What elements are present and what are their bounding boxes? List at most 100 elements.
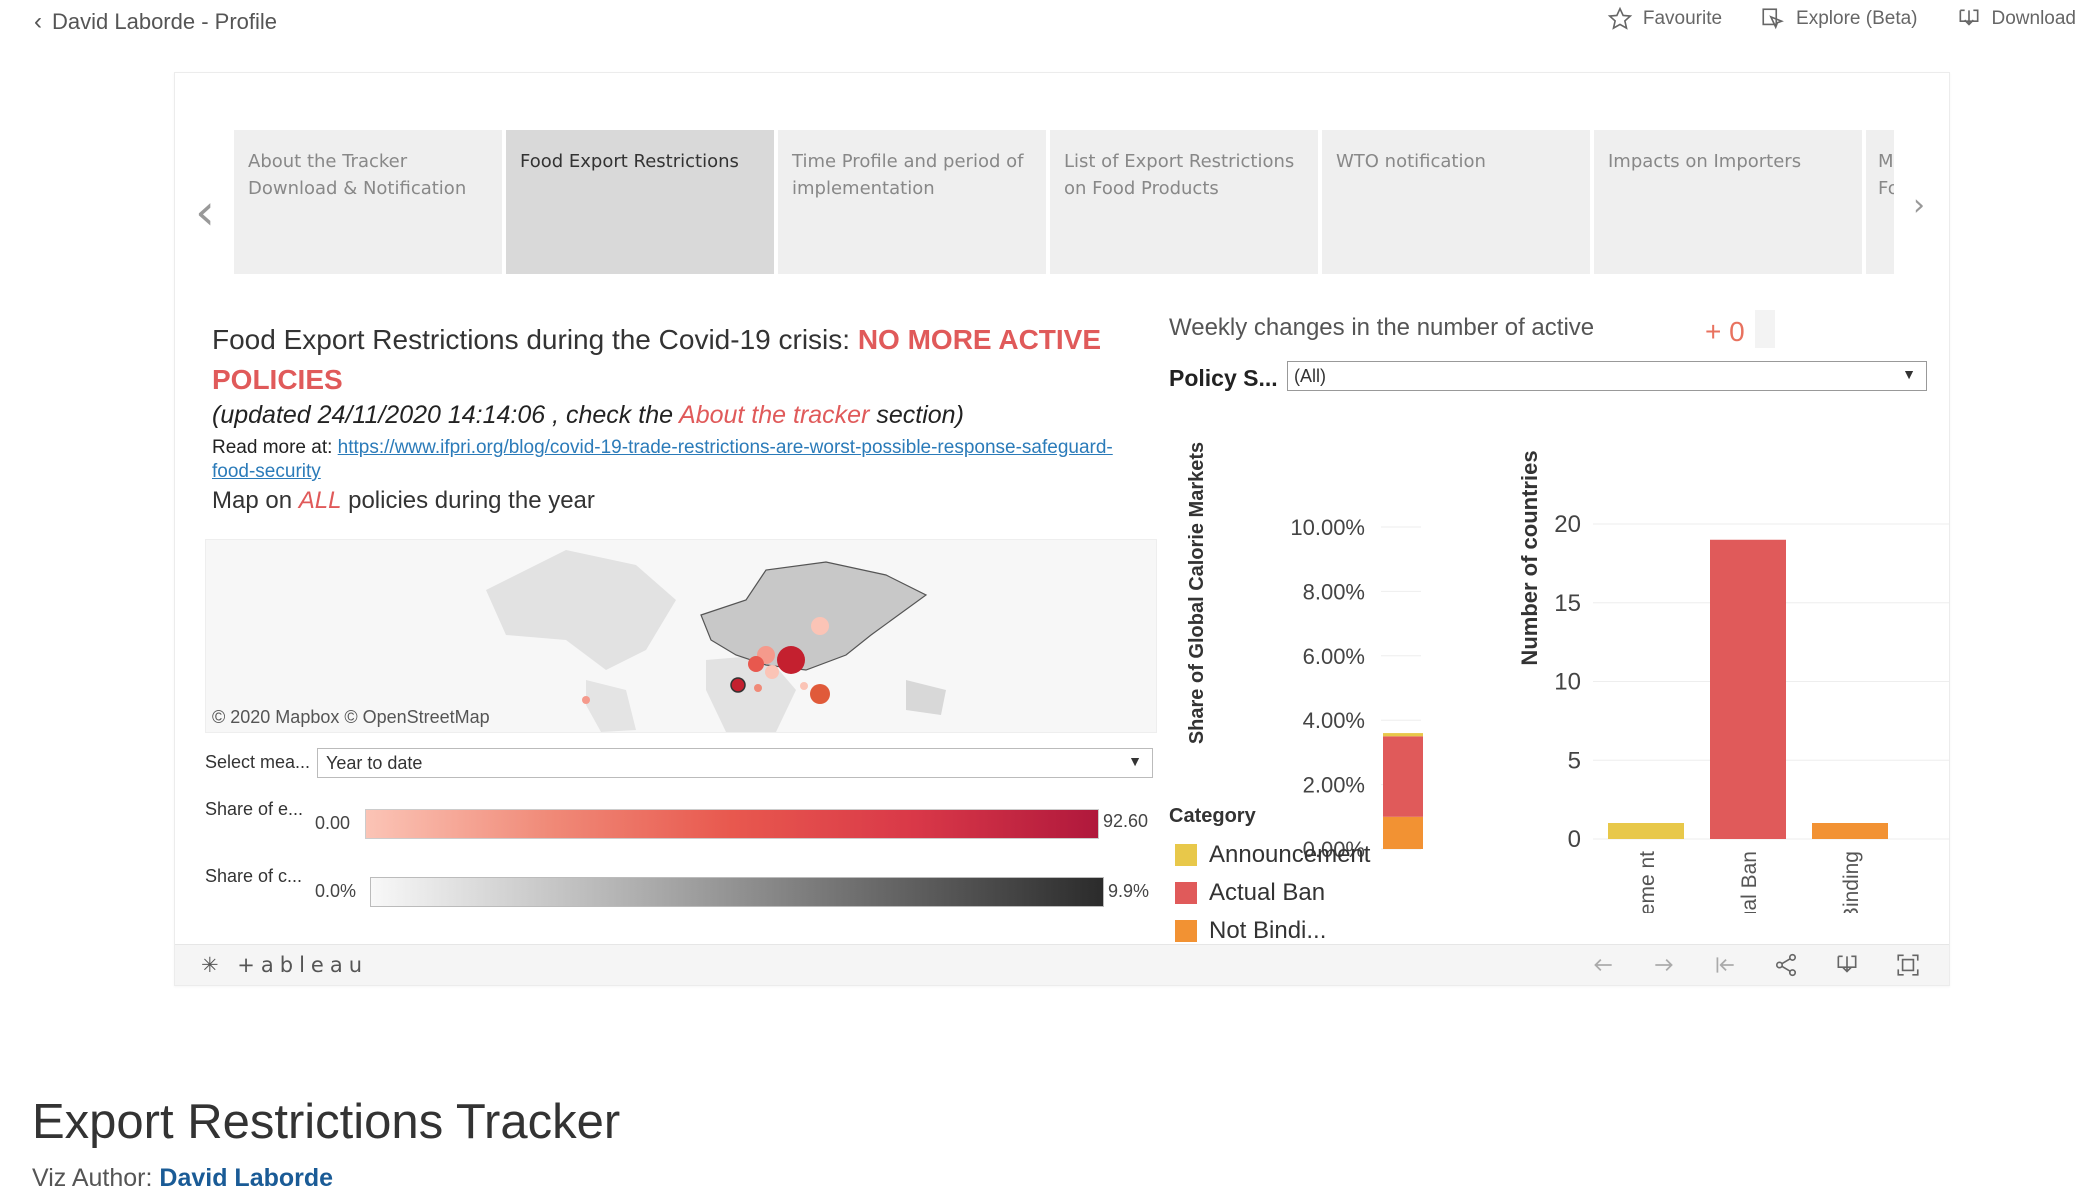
map-bubble[interactable] <box>777 646 805 674</box>
explore-button[interactable]: Explore (Beta) <box>1760 6 1918 32</box>
legend-item-not-binding[interactable]: Not Bindi... <box>1175 917 1370 945</box>
tab-prev-arrow[interactable]: ‹ <box>195 183 215 241</box>
legend-item-label: Actual Ban <box>1209 879 1326 906</box>
top-actions: Favourite Explore (Beta) Download <box>1607 6 2076 32</box>
bar-segment[interactable] <box>1383 733 1423 737</box>
chart1-y-ticks: 0.00%2.00%4.00%6.00%8.00%10.00% <box>1290 515 1365 862</box>
map-bubble[interactable] <box>582 696 590 704</box>
y-tick-label: 15 <box>1554 590 1581 617</box>
tableau-toolbar: ✳ +ableau <box>175 944 1949 985</box>
redo-icon[interactable] <box>1651 952 1677 978</box>
back-link-label: David Laborde - Profile <box>52 9 278 34</box>
bar[interactable] <box>1608 823 1684 839</box>
map-caption: Map on ALL policies during the year <box>212 487 595 515</box>
tab-time-profile[interactable]: Time Profile and period of implementatio… <box>778 130 1046 274</box>
select-measure-value: Year to date <box>326 753 423 773</box>
legend-item-announcement[interactable]: Announcement <box>1175 841 1370 869</box>
chart2-bars <box>1608 539 1888 839</box>
viz-author-link[interactable]: David Laborde <box>159 1164 333 1192</box>
tab-partial[interactable]: M Fo <box>1866 130 1894 274</box>
tab-list-export-restrictions[interactable]: List of Export Restrictions on Food Prod… <box>1050 130 1318 274</box>
back-to-profile-link[interactable]: ‹ David Laborde - Profile <box>34 8 277 36</box>
download-button[interactable]: Download <box>1956 6 2076 32</box>
category-label: Actual Ban <box>1738 851 1761 913</box>
policy-status-dropdown[interactable]: (All) ▼ <box>1287 361 1927 391</box>
map-bubble[interactable] <box>748 656 764 672</box>
legend2-label: Share of c... <box>205 866 303 886</box>
viz-title: Export Restrictions Tracker <box>32 1095 621 1149</box>
y-tick-label: 5 <box>1568 747 1581 774</box>
revert-icon[interactable] <box>1712 952 1738 978</box>
undo-icon[interactable] <box>1590 952 1616 978</box>
y-tick-label: 6.00% <box>1303 644 1365 669</box>
chevron-left-icon: ‹ <box>34 8 42 35</box>
favourite-button[interactable]: Favourite <box>1607 6 1722 32</box>
fullscreen-icon[interactable] <box>1895 952 1921 978</box>
category-label: Announceme nt <box>1636 851 1659 913</box>
map-north-america <box>486 550 676 670</box>
tab-wto-notification[interactable]: WTO notification <box>1322 130 1590 274</box>
tab-strip: About the Tracker Download & Notificatio… <box>234 130 1894 274</box>
viz-author-label: Viz Author: <box>32 1164 160 1192</box>
map-bubble[interactable] <box>800 682 808 690</box>
readmore-label: Read more at: <box>212 437 338 458</box>
chart2-category-labels: Announceme nt Actual Ban Not Binding <box>1636 851 1863 913</box>
caret-down-icon: ▼ <box>1902 366 1916 382</box>
map-bubble[interactable] <box>754 684 762 692</box>
map-attribution: © 2020 Mapbox © OpenStreetMap <box>212 707 490 727</box>
tab-about-tracker[interactable]: About the Tracker Download & Notificatio… <box>234 130 502 274</box>
legend-item-label: Not Bindi... <box>1209 917 1327 944</box>
read-more: Read more at: https://www.ifpri.org/blog… <box>212 436 1142 484</box>
legend-swatch <box>1175 882 1197 904</box>
explore-label: Explore (Beta) <box>1796 8 1918 29</box>
y-tick-label: 8.00% <box>1303 579 1365 604</box>
legend-swatch <box>1175 844 1197 866</box>
bar[interactable] <box>1710 539 1786 839</box>
star-icon <box>1607 6 1633 30</box>
policy-status-label: Policy S... <box>1169 365 1278 391</box>
world-map[interactable]: © 2020 Mapbox © OpenStreetMap <box>205 539 1157 733</box>
map-bubble[interactable] <box>810 684 830 704</box>
about-tracker-link[interactable]: About the tracker <box>679 401 869 429</box>
chart2-y-axis-label: Number of countries <box>1517 450 1542 665</box>
tab-next-arrow[interactable]: › <box>1913 188 1925 223</box>
dashboard-title: Food Export Restrictions during the Covi… <box>212 320 1142 400</box>
ifpri-blog-link[interactable]: https://www.ifpri.org/blog/covid-19-trad… <box>212 437 1113 482</box>
y-tick-label: 0 <box>1568 826 1581 853</box>
charts: Share of Global Calorie Markets 0.00%2.0… <box>1186 442 1949 913</box>
chart1-y-axis-label: Share of Global Calorie Markets <box>1186 442 1208 744</box>
category-legend-title: Category <box>1169 805 1256 827</box>
map-bubble[interactable] <box>730 677 746 693</box>
toolbar-download-icon[interactable] <box>1834 952 1860 978</box>
y-tick-label: 10 <box>1554 669 1581 696</box>
share-icon[interactable] <box>1773 952 1799 978</box>
legend2-min: 0.0% <box>315 881 357 901</box>
updated-prefix: (updated 24/11/2020 14:14:06 , check the <box>212 401 680 429</box>
map-bubble[interactable] <box>765 665 779 679</box>
y-tick-label: 4.00% <box>1303 708 1365 733</box>
map-eurasia <box>700 561 928 671</box>
map-bubble[interactable] <box>811 617 829 635</box>
weekly-value-box <box>1755 310 1775 348</box>
explore-icon <box>1762 8 1784 30</box>
select-measure-dropdown[interactable]: Year to date ▼ <box>317 748 1153 778</box>
viz-author: Viz Author: David Laborde <box>32 1164 333 1193</box>
bar-segment[interactable] <box>1383 816 1423 849</box>
tab-impacts-importers[interactable]: Impacts on Importers <box>1594 130 1862 274</box>
policy-status-value: (All) <box>1294 366 1326 386</box>
bar-segment[interactable] <box>1383 736 1423 817</box>
map-suffix: policies during the year <box>341 487 595 514</box>
tableau-viz: ‹ › About the Tracker Download & Notific… <box>174 72 1950 986</box>
category-legend: Announcement Actual Ban Not Bindi... <box>1175 841 1370 945</box>
category-label: Not Binding <box>1840 851 1863 913</box>
legend1-max: 92.60 <box>1103 811 1149 831</box>
legend2-max: 9.9% <box>1108 881 1150 901</box>
weekly-changes-label: Weekly changes in the number of active <box>1169 314 1595 341</box>
tab-food-export-restrictions[interactable]: Food Export Restrictions <box>506 130 774 274</box>
updated-note: (updated 24/11/2020 14:14:06 , check the… <box>212 401 964 430</box>
chart2-y-ticks: 0 5 10 15 20 <box>1554 511 1581 853</box>
dashboard: ‹ › About the Tracker Download & Notific… <box>175 73 1949 945</box>
bar[interactable] <box>1812 823 1888 839</box>
tableau-logo[interactable]: ✳ +ableau <box>201 953 368 977</box>
legend-item-actual-ban[interactable]: Actual Ban <box>1175 879 1370 907</box>
